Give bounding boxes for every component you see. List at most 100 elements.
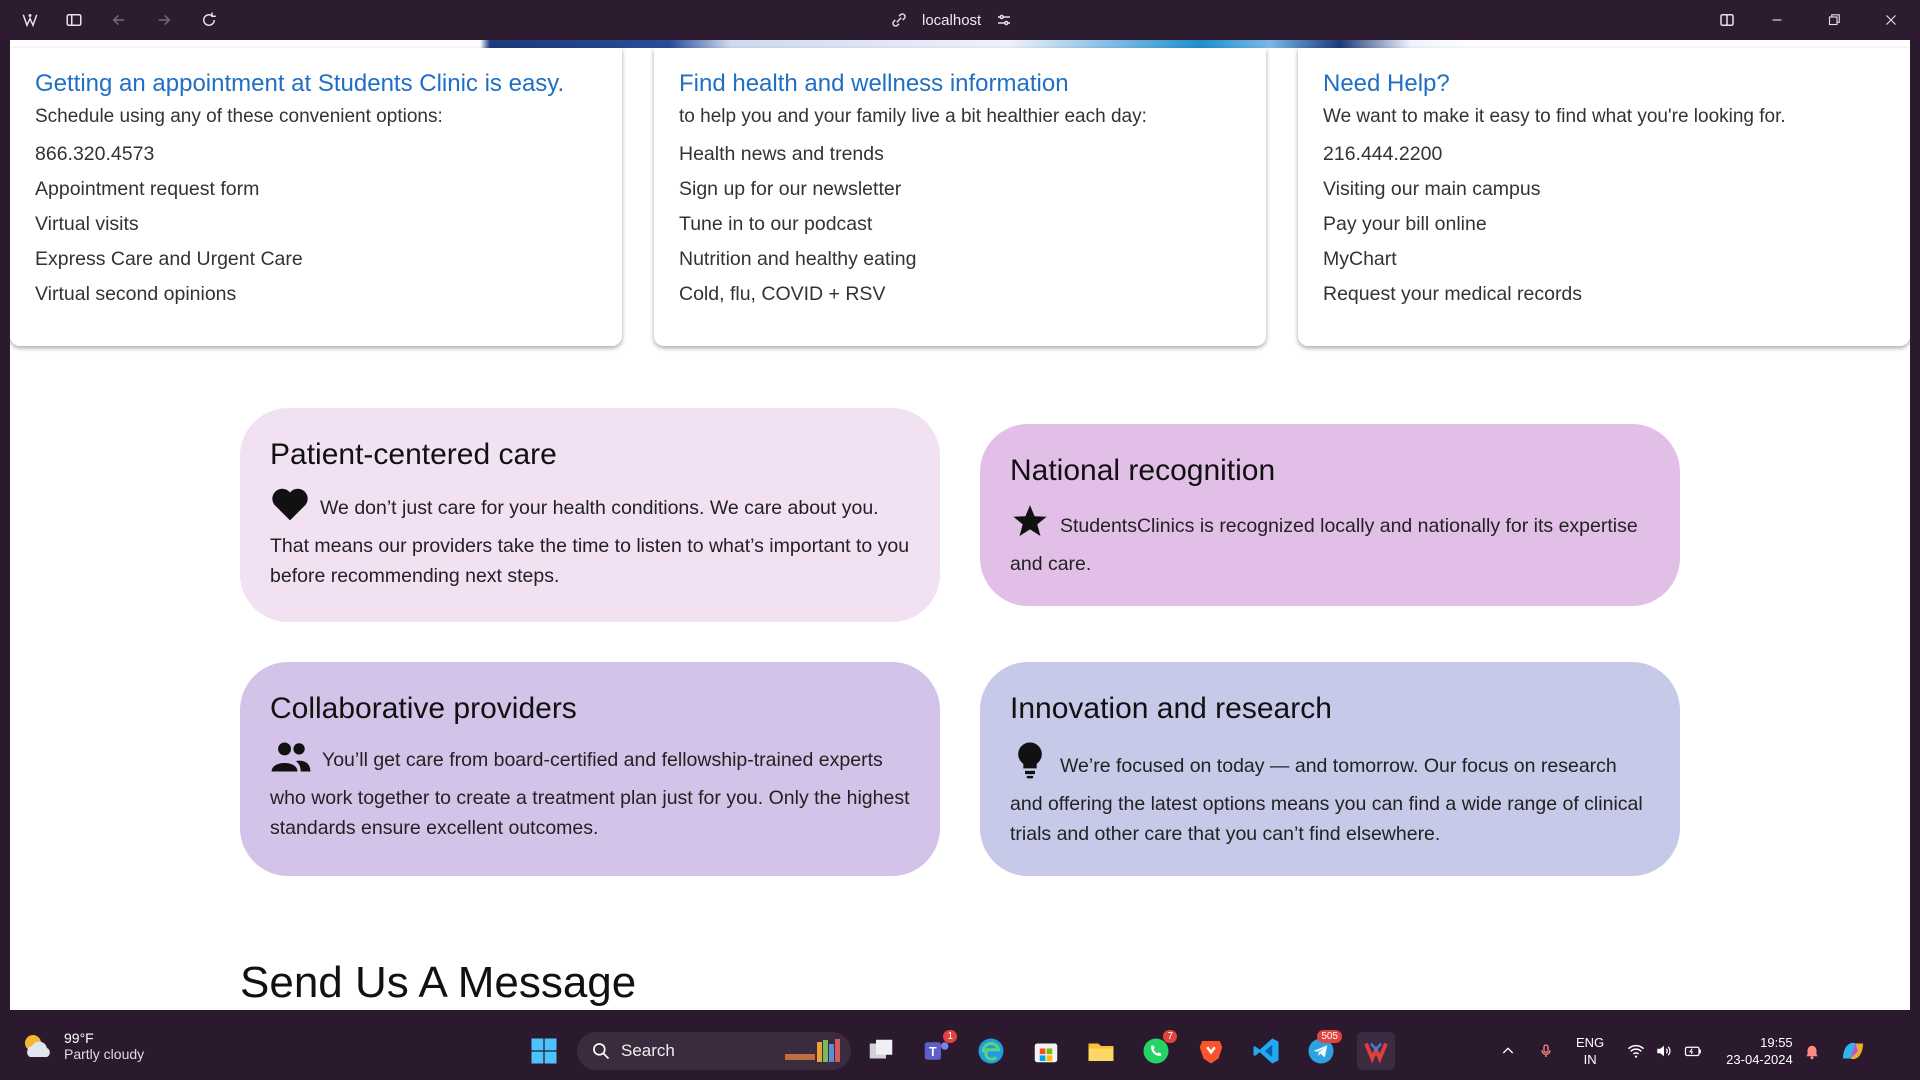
podcast-link[interactable]: Tune in to our podcast (679, 207, 1241, 242)
store-icon (1034, 1043, 1058, 1063)
national-recognition-title: National recognition (1010, 454, 1276, 487)
site-settings-icon[interactable] (995, 11, 1013, 29)
vivaldi-app[interactable] (1357, 1032, 1395, 1070)
browser-logo-icon[interactable] (18, 8, 42, 32)
medical-records-link[interactable]: Request your medical records (1323, 277, 1885, 312)
address-text: localhost (922, 11, 982, 29)
pay-bill-link[interactable]: Pay your bill online (1323, 207, 1885, 242)
volume-icon[interactable] (1654, 1042, 1674, 1060)
whatsapp-app[interactable]: 7 (1137, 1030, 1177, 1070)
newsletter-link[interactable]: Sign up for our newsletter (679, 172, 1241, 207)
weather-condition: Partly cloudy (64, 1046, 145, 1062)
send-message-heading: Send Us A Message (240, 958, 637, 1007)
edge-icon (978, 1038, 1004, 1064)
system-tray: ENG IN 19:55 23-04-2024 (1500, 1022, 1869, 1080)
brave-app[interactable] (1192, 1032, 1230, 1070)
main-campus-link[interactable]: Visiting our main campus (1323, 172, 1885, 207)
clock-date: 23-04-2024 (1726, 1052, 1793, 1067)
telegram-badge: 505 (1317, 1030, 1342, 1043)
appointment-card-title[interactable]: Getting an appointment at Students Clini… (35, 70, 597, 98)
need-help-card-title[interactable]: Need Help? (1323, 70, 1885, 98)
innovation-research-title: Innovation and research (1010, 692, 1332, 725)
appointment-card: Getting an appointment at Students Clini… (10, 48, 622, 346)
language-indicator[interactable]: ENG IN (1576, 1034, 1604, 1068)
start-button[interactable] (525, 1032, 563, 1070)
innovation-research-card: Innovation and research We’re focused on… (980, 662, 1680, 876)
clock[interactable]: 19:55 23-04-2024 (1726, 1034, 1793, 1068)
search-label: Search (621, 1041, 675, 1060)
health-info-card-title[interactable]: Find health and wellness information (679, 70, 1241, 98)
task-view-button[interactable] (862, 1032, 900, 1070)
vscode-app[interactable] (1247, 1032, 1285, 1070)
weather-widget[interactable]: 99°F Partly cloudy (20, 1030, 144, 1062)
teams-app[interactable]: T 1 (917, 1030, 957, 1070)
help-phone-link[interactable]: 216.444.2200 (1323, 137, 1885, 172)
notification-bell-icon[interactable] (1803, 1041, 1821, 1061)
minimize-icon[interactable] (1765, 8, 1789, 32)
national-recognition-paragraph: StudentsClinics is recognized locally an… (1010, 502, 1650, 579)
collaborative-providers-card: Collaborative providers You’ll get care … (240, 662, 940, 876)
lang-top: ENG (1576, 1035, 1605, 1050)
battery-icon[interactable] (1682, 1042, 1704, 1060)
reload-icon[interactable] (197, 8, 221, 32)
cold-flu-link[interactable]: Cold, flu, COVID + RSV (679, 277, 1241, 312)
star-icon (1010, 502, 1050, 549)
collaborative-providers-title: Collaborative providers (270, 692, 577, 725)
clock-time: 19:55 (1760, 1035, 1793, 1050)
telegram-app[interactable]: 505 (1302, 1030, 1342, 1070)
appointment-phone-link[interactable]: 866.320.4573 (35, 137, 597, 172)
close-icon[interactable] (1879, 8, 1903, 32)
health-info-card: Find health and wellness information to … (654, 48, 1266, 346)
express-care-link[interactable]: Express Care and Urgent Care (35, 242, 597, 277)
link-icon (892, 13, 906, 27)
lang-bottom: IN (1583, 1052, 1597, 1067)
taskbar-search[interactable]: Search (577, 1032, 851, 1070)
health-news-link[interactable]: Health news and trends (679, 137, 1241, 172)
mychart-link[interactable]: MyChart (1323, 242, 1885, 277)
sidebar-toggle-icon[interactable] (62, 8, 86, 32)
hero-image-strip (10, 40, 1910, 48)
appointment-request-link[interactable]: Appointment request form (35, 172, 597, 207)
forward-icon[interactable] (152, 8, 176, 32)
split-view-icon[interactable] (1715, 8, 1739, 32)
microphone-icon[interactable] (1538, 1041, 1554, 1061)
weather-temp: 99°F (64, 1030, 94, 1046)
search-icon (593, 1043, 610, 1060)
copilot-icon[interactable] (1837, 1036, 1869, 1066)
nutrition-link[interactable]: Nutrition and healthy eating (679, 242, 1241, 277)
wifi-icon[interactable] (1626, 1042, 1646, 1060)
partly-cloudy-icon (25, 1035, 50, 1057)
restore-icon[interactable] (1822, 8, 1846, 32)
vscode-icon (1253, 1038, 1279, 1064)
windows-logo-icon (531, 1038, 557, 1064)
windows-taskbar: 99°F Partly cloudy Search T 1 7 505 ENG … (0, 1022, 1920, 1080)
chevron-up-icon[interactable] (1500, 1043, 1516, 1059)
collaborative-providers-text: You’ll get care from board-certified and… (270, 749, 910, 839)
store-app[interactable] (1027, 1032, 1065, 1070)
patient-centered-card: Patient-centered care We don’t just care… (240, 408, 940, 622)
need-help-card-intro: We want to make it easy to find what you… (1323, 106, 1786, 127)
heart-icon (270, 486, 310, 531)
folder-icon (1088, 1043, 1114, 1061)
address-bar[interactable]: localhost (890, 6, 1040, 34)
page-viewport: Getting an appointment at Students Clini… (10, 40, 1910, 1010)
health-info-card-intro: to help you and your family live a bit h… (679, 106, 1147, 127)
collaborative-providers-paragraph: You’ll get care from board-certified and… (270, 740, 910, 843)
brave-icon (1199, 1041, 1223, 1064)
patient-centered-title: Patient-centered care (270, 438, 557, 471)
patient-centered-paragraph: We don’t just care for your health condi… (270, 486, 910, 591)
appointment-card-intro: Schedule using any of these convenient o… (35, 106, 443, 127)
teams-badge: 1 (943, 1030, 957, 1043)
innovation-research-paragraph: We’re focused on today — and tomorrow. O… (1010, 740, 1650, 849)
back-icon[interactable] (107, 8, 131, 32)
svg-text:T: T (929, 1045, 937, 1059)
virtual-visits-link[interactable]: Virtual visits (35, 207, 597, 242)
vivaldi-icon (1364, 1042, 1388, 1064)
national-recognition-card: National recognition StudentsClinics is … (980, 424, 1680, 606)
national-recognition-text: StudentsClinics is recognized locally an… (1010, 515, 1638, 575)
edge-app[interactable] (972, 1032, 1010, 1070)
file-explorer-app[interactable] (1082, 1032, 1120, 1070)
search-highlight-books-icon (785, 1039, 840, 1062)
whatsapp-badge: 7 (1163, 1030, 1177, 1043)
second-opinions-link[interactable]: Virtual second opinions (35, 277, 597, 312)
